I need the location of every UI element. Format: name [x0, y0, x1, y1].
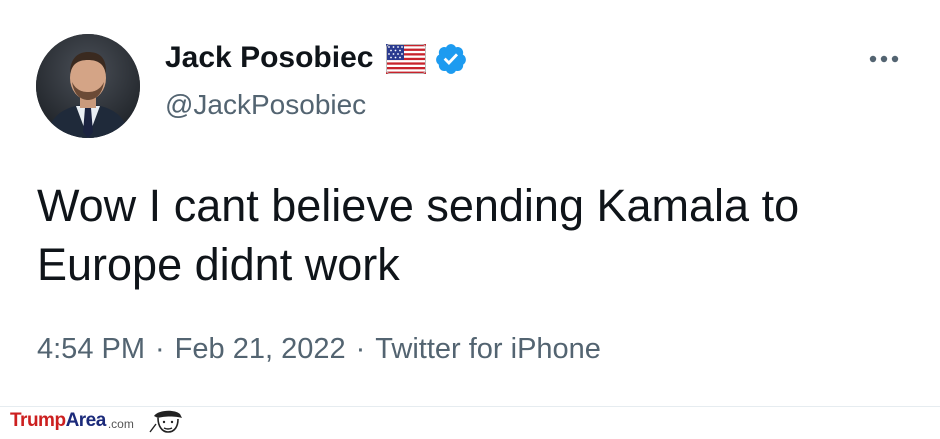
- avatar[interactable]: [36, 34, 140, 138]
- watermark-brand-part2: Area: [65, 410, 107, 431]
- tweet-source-link[interactable]: Twitter for iPhone: [375, 333, 601, 365]
- us-flag-icon: [386, 44, 426, 74]
- verified-badge-icon: [434, 42, 468, 76]
- watermark-logo: Trump Area .com: [10, 409, 186, 433]
- watermark-brand-suffix: .com: [107, 417, 134, 431]
- tweet-date[interactable]: Feb 21, 2022: [175, 333, 346, 365]
- separator: ·: [355, 333, 366, 365]
- more-options-icon[interactable]: [866, 52, 902, 66]
- caricature-icon: [146, 408, 186, 434]
- author-name[interactable]: Jack Posobiec: [165, 41, 373, 75]
- watermark-brand-part1: Trump: [10, 410, 66, 431]
- tweet-metadata: 4:54 PM · Feb 21, 2022 · Twitter for iPhone: [37, 333, 601, 366]
- separator: ·: [155, 333, 165, 365]
- tweet-card: Jack Posobiec @JackPosobiec Wow I cant b…: [0, 0, 940, 407]
- author-handle[interactable]: @JackPosobiec: [165, 89, 366, 121]
- tweet-text: Wow I cant believe sending Kamala to Eur…: [37, 180, 800, 290]
- tweet-time[interactable]: 4:54 PM: [37, 333, 145, 365]
